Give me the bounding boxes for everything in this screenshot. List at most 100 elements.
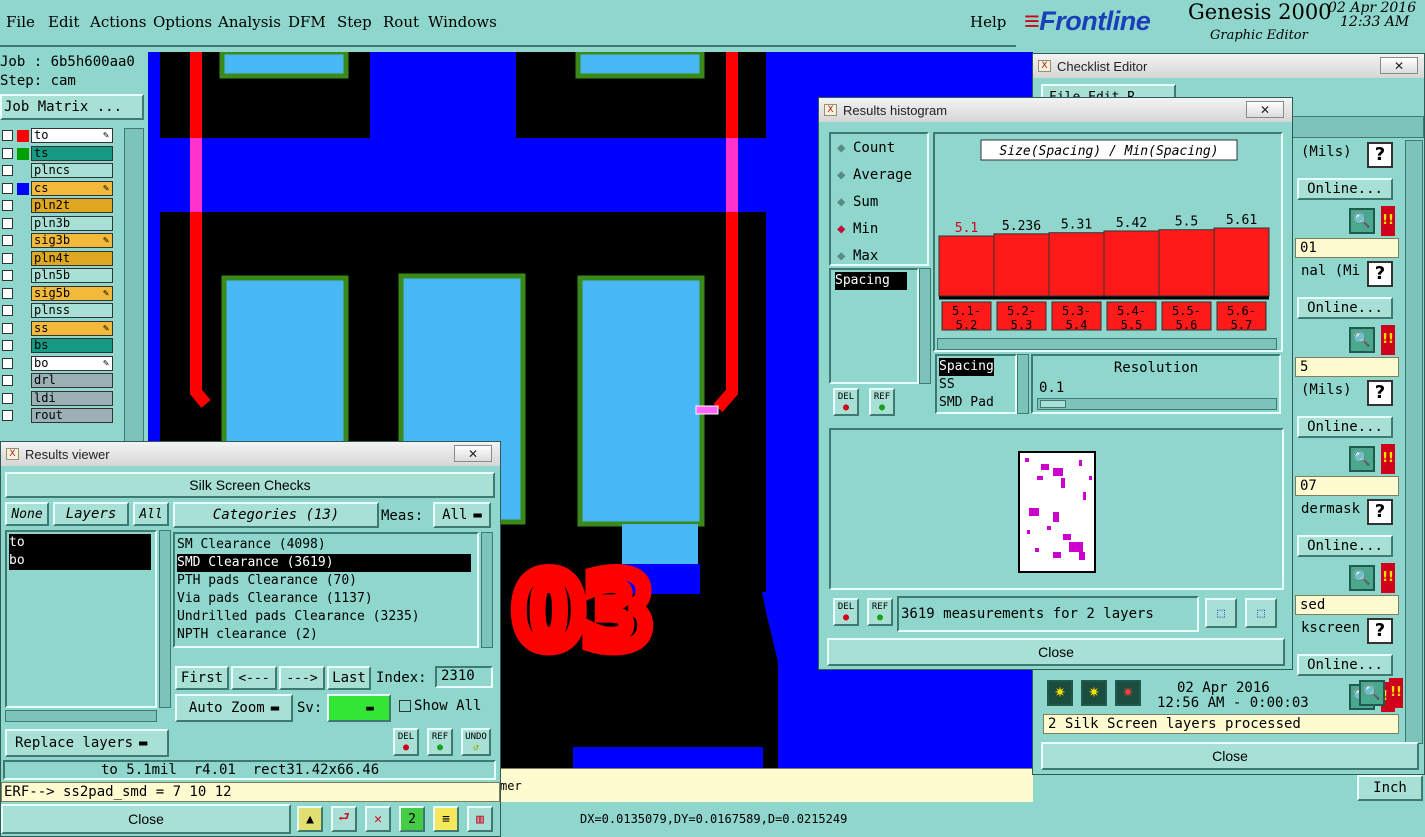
layer-checkbox[interactable] (2, 217, 13, 229)
layer-name[interactable]: plnss (31, 303, 113, 318)
help-icon[interactable]: ? (1367, 261, 1393, 287)
layer-name[interactable]: bo ✎ (31, 355, 113, 371)
none-button[interactable]: None (5, 502, 49, 526)
category-item[interactable]: Via pads Clearance (1137) (177, 590, 373, 608)
layer-scrollbar[interactable] (124, 128, 144, 442)
layer-name[interactable]: pln5b (31, 268, 113, 283)
layer-row[interactable]: pln3b (0, 215, 116, 231)
histogram-bar[interactable] (1158, 229, 1215, 297)
preview-del-button[interactable]: DEL ● (833, 598, 859, 626)
del-button[interactable]: DEL ● (393, 728, 419, 756)
layer-checkbox[interactable] (2, 340, 13, 351)
last-button[interactable]: Last (327, 666, 371, 690)
zoom-icon[interactable]: 🔍 (1349, 327, 1375, 353)
close-icon[interactable]: ✕ (1380, 57, 1418, 74)
show-all-checkbox[interactable] (399, 700, 411, 712)
layer-results-list[interactable]: to bo (5, 530, 157, 708)
help-icon[interactable]: ? (1367, 618, 1393, 644)
layer-row[interactable]: ss ✎ (0, 320, 116, 336)
cursor-icon[interactable]: ⮐ (331, 806, 357, 832)
layer-name[interactable]: drl (31, 373, 113, 388)
category-item[interactable]: Undrilled pads Clearance (3235) (177, 608, 420, 626)
auto-zoom-dropdown[interactable]: Auto Zoom ▬ (175, 694, 293, 722)
board-preview[interactable] (829, 428, 1284, 590)
export-icon[interactable]: ⬚ (1205, 598, 1237, 628)
layers-button[interactable]: Layers (53, 502, 129, 526)
mode-radio-count[interactable]: ◆ Count (837, 140, 895, 158)
severity-dropdown[interactable]: ▬ (327, 694, 391, 722)
list-item[interactable]: SS (939, 376, 955, 394)
category-item[interactable]: NPTH clearance (2) (177, 626, 318, 644)
layer-row[interactable]: pln4t (0, 250, 116, 266)
units-button[interactable]: Inch (1357, 775, 1423, 801)
hist-ref-button[interactable]: REF ● (869, 388, 895, 416)
results-viewer-close-button[interactable]: Close (1, 804, 291, 834)
two-step-icon[interactable]: 2 (399, 806, 425, 832)
layer-name[interactable]: pln3b (31, 215, 113, 231)
report-icon[interactable]: ≡ (433, 806, 459, 832)
layer-checkbox[interactable] (2, 287, 13, 299)
results-viewer-titlebar[interactable]: X Results viewer ✕ (1, 442, 500, 466)
layer-name[interactable]: sig5b ✎ (31, 285, 113, 301)
zoom-icon[interactable]: 🔍 (1349, 446, 1375, 472)
list-item[interactable]: SMD Pad (939, 394, 994, 412)
layer-checkbox[interactable] (2, 200, 13, 211)
histogram-close-button[interactable]: Close (827, 638, 1285, 666)
menu-rout[interactable]: Rout (383, 13, 419, 31)
menu-step[interactable]: Step (337, 13, 372, 31)
layer-checkbox[interactable] (2, 147, 13, 159)
layer-row[interactable]: drl (0, 373, 116, 388)
job-matrix-button[interactable]: Job Matrix ... (0, 94, 144, 120)
histogram-bar[interactable] (1048, 232, 1105, 297)
field-list-scrollbar[interactable] (919, 268, 931, 384)
layer-name[interactable]: rout (31, 408, 113, 423)
ref-button[interactable]: REF ● (427, 728, 453, 756)
category-item-selected[interactable]: SMD Clearance (3619) (177, 554, 471, 572)
layer-name[interactable]: pln2t (31, 198, 113, 213)
histogram-bar[interactable] (938, 235, 995, 297)
prev-button[interactable]: <--- (231, 666, 277, 690)
next-button[interactable]: ---> (279, 666, 325, 690)
layer-row[interactable]: pln2t (0, 198, 116, 213)
online-button[interactable]: Online... (1297, 654, 1393, 676)
preview-ref-button[interactable]: REF ● (867, 598, 893, 626)
layer-name[interactable]: pln4t (31, 250, 113, 266)
layer-row[interactable]: plnss (0, 303, 116, 318)
help-icon[interactable]: ? (1367, 142, 1393, 168)
mode-radio-max[interactable]: ◆ Max (837, 248, 878, 266)
list-item[interactable]: Spacing (835, 272, 907, 290)
layer-row[interactable]: sig5b ✎ (0, 285, 116, 301)
mode-radio-sum[interactable]: ◆ Sum (837, 194, 878, 212)
flag-icon[interactable]: ▲ (297, 806, 323, 832)
menu-options[interactable]: Options (153, 13, 212, 31)
layer-row[interactable]: to ✎ (0, 128, 116, 143)
layer-row[interactable]: ldi (0, 390, 116, 406)
layer-row[interactable]: ts (0, 145, 116, 161)
layer-row[interactable]: bo ✎ (0, 355, 116, 371)
categories-scrollbar[interactable] (481, 532, 493, 648)
layer-checkbox[interactable] (2, 410, 13, 421)
layer-checkbox[interactable] (2, 375, 13, 386)
undo-button[interactable]: UNDO ↺ (461, 728, 491, 756)
replace-layers-button[interactable]: Replace layers ▬ (5, 729, 169, 757)
meas-dropdown[interactable]: All ▬ (433, 502, 491, 528)
erf-cross-icon[interactable]: ✕ (365, 806, 391, 832)
layer-checkbox[interactable] (2, 357, 13, 369)
zoom-icon[interactable]: 🔍 (1349, 208, 1375, 234)
layer-name[interactable]: sig3b ✎ (31, 233, 113, 248)
menu-analysis[interactable]: Analysis (218, 13, 281, 31)
menu-actions[interactable]: Actions (90, 13, 146, 31)
histogram-titlebar[interactable]: X Results histogram ✕ (819, 98, 1292, 122)
mode-radio-min[interactable]: ◆ Min (837, 221, 878, 239)
layer-checkbox[interactable] (2, 130, 13, 141)
online-button[interactable]: Online... (1297, 178, 1393, 200)
histogram-icon[interactable]: ▥ (467, 806, 493, 832)
layer-row[interactable]: cs ✎ (0, 180, 116, 196)
all-button[interactable]: All (133, 502, 169, 526)
stop-icon[interactable]: ✷ (1115, 680, 1141, 706)
zoom-icon[interactable]: 🔍 (1359, 680, 1385, 706)
chart-hscrollbar[interactable] (937, 338, 1277, 350)
layer-name[interactable]: ldi (31, 390, 113, 406)
menu-edit[interactable]: Edit (48, 13, 79, 31)
layer-checkbox[interactable] (2, 392, 13, 404)
